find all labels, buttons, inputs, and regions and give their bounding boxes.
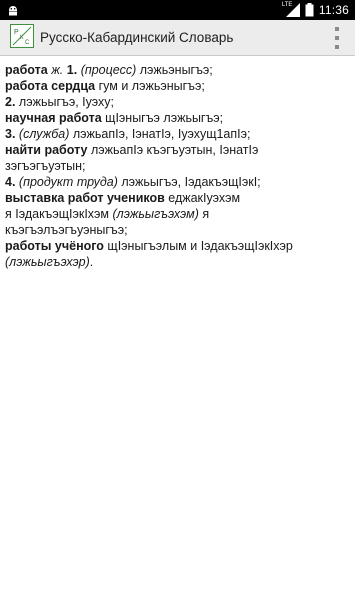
entry-headword: 4. bbox=[5, 175, 16, 189]
entry-headword: работы учёного bbox=[5, 239, 104, 253]
entry-text: я IэдакъэщIэкIхэм bbox=[5, 207, 113, 221]
entry-line: работа ж. 1. (процесс) лэжьэныгъэ; bbox=[5, 62, 351, 78]
entry-line: работы учёного щIэныгъэлым и IэдакъэщIэк… bbox=[5, 238, 351, 254]
status-bar: LTE 11:36 bbox=[0, 0, 355, 20]
entry-headword: выставка работ учеников bbox=[5, 191, 165, 205]
entry-note: ж. bbox=[51, 63, 64, 77]
entry-text: щIэныгъэлым и IэдакъэщIэкIхэр bbox=[103, 239, 293, 253]
dictionary-entry: работа ж. 1. (процесс) лэжьэныгъэ; работа… bbox=[5, 62, 351, 270]
svg-text:С: С bbox=[25, 40, 30, 46]
status-time: 11:36 bbox=[318, 3, 349, 17]
entry-text: лэжьапIэ къэгъуэтын, IэнатIэ bbox=[87, 143, 259, 157]
entry-line: 2. лэжьыгъэ, Iуэху; bbox=[5, 94, 351, 110]
entry-line: 3. (служба) лэжьапIэ, IэнатIэ, Iуэхущ1ап… bbox=[5, 126, 351, 142]
entry-headword: работа bbox=[5, 63, 48, 77]
app-title: Русско-Кабардинский Словарь bbox=[40, 30, 234, 45]
entry-line: выставка работ учеников еджакIуэхэм bbox=[5, 190, 351, 206]
entry-note: (лэжьыгъэхэм) bbox=[112, 207, 199, 221]
android-notification-icon bbox=[6, 3, 20, 17]
app-logo-icon: Р К С bbox=[10, 24, 34, 48]
entry-line: научная работа щIэныгъэ лэжьыгъэ; bbox=[5, 110, 351, 126]
entry-line: работа сердца гум и лэжьэныгъэ; bbox=[5, 78, 351, 94]
entry-text: зэгъэгъуэтын; bbox=[5, 159, 86, 173]
entry-headword: 1. bbox=[66, 63, 78, 77]
svg-text:К: К bbox=[20, 35, 24, 41]
entry-text: лэжьыгъэ, IэдакъэщIэкI; bbox=[117, 175, 261, 189]
entry-text: къэгъэлъэгъуэныгъэ; bbox=[5, 223, 128, 237]
entry-headword: найти работу bbox=[5, 143, 88, 157]
entry-line: 4. (продукт труда) лэжьыгъэ, IэдакъэщIэк… bbox=[5, 174, 351, 190]
app-bar: Р К С Русско-Кабардинский Словарь bbox=[0, 20, 355, 56]
entry-text: лэжьыгъэ, Iуэху; bbox=[15, 95, 114, 109]
svg-text:Р: Р bbox=[14, 29, 19, 36]
battery-icon bbox=[305, 3, 314, 17]
entry-headword: 2. bbox=[5, 95, 16, 109]
entry-text: я bbox=[198, 207, 210, 221]
entry-line: найти работу лэжьапIэ къэгъуэтын, IэнатI… bbox=[5, 142, 351, 158]
status-indicators: LTE 11:36 bbox=[282, 0, 349, 20]
entry-text: лэжьэныгъэ; bbox=[136, 63, 213, 77]
entry-line: зэгъэгъуэтын; bbox=[5, 158, 351, 174]
entry-headword: 3. bbox=[5, 127, 16, 141]
network-type-indicator: LTE bbox=[282, 2, 300, 17]
entry-text: гум и лэжьэныгъэ; bbox=[95, 79, 205, 93]
entry-note: (продукт труда) bbox=[18, 175, 118, 189]
entry-note: (служба) bbox=[18, 127, 70, 141]
entry-headword: работа сердца bbox=[5, 79, 96, 93]
entry-headword: научная работа bbox=[5, 111, 102, 125]
entry-text: еджакIуэхэм bbox=[164, 191, 241, 205]
overflow-menu-icon[interactable] bbox=[333, 27, 341, 49]
entry-line: (лэжьыгъэхэр). bbox=[5, 254, 351, 270]
entry-line: къэгъэлъэгъуэныгъэ; bbox=[5, 222, 351, 238]
entry-text: . bbox=[89, 255, 94, 269]
signal-icon bbox=[285, 3, 300, 17]
entry-text: щIэныгъэ лэжьыгъэ; bbox=[101, 111, 224, 125]
entry-note: (процесс) bbox=[80, 63, 137, 77]
entry-note: (лэжьыгъэхэр) bbox=[5, 255, 90, 269]
entry-line: я IэдакъэщIэкIхэм (лэжьыгъэхэм) я bbox=[5, 206, 351, 222]
entry-text: лэжьапIэ, IэнатIэ, Iуэхущ1апIэ; bbox=[69, 127, 251, 141]
